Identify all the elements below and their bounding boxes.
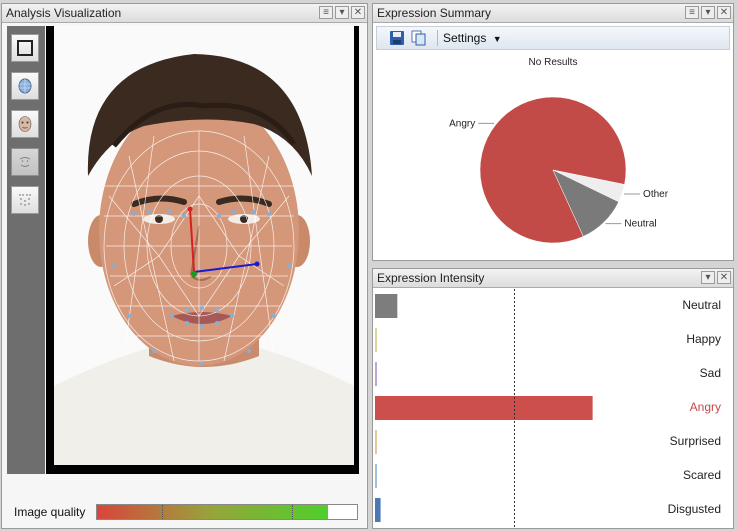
landmarks-icon: [19, 194, 31, 206]
intensity-label-sad: Sad: [699, 366, 721, 380]
frame-toggle-button[interactable]: [11, 34, 39, 62]
panel-title: Analysis Visualization: [6, 6, 122, 20]
intensity-bar-area: [375, 289, 654, 527]
toolbar-separator: [437, 30, 438, 46]
face-outline-icon: [19, 157, 31, 167]
intensity-label-angry: Angry: [689, 400, 721, 414]
expression-pie-chart: Angry Other Neutral: [449, 96, 669, 244]
intensity-bar-disgusted: [375, 498, 381, 522]
panel-titlebar: Expression Summary ≡ ▾ ✕: [373, 4, 733, 23]
settings-label: Settings: [443, 31, 487, 45]
intensity-label-scared: Scared: [682, 468, 721, 482]
visualization-toolstrip: [7, 26, 45, 474]
expression-labels: Neutral Happy Sad Angry Surprised Scared Disgu…: [655, 289, 721, 527]
analysis-image-frame: [46, 26, 359, 474]
image-quality-fill: [97, 505, 329, 519]
close-button[interactable]: ✕: [351, 6, 365, 19]
dropdown-button[interactable]: ▾: [701, 271, 715, 284]
intensity-label-happy: Happy: [686, 332, 721, 346]
intensity-bar-neutral: [375, 294, 398, 318]
image-quality-bar: [96, 504, 358, 520]
face-icon: [18, 116, 32, 132]
save-icon[interactable]: [389, 30, 405, 46]
close-button[interactable]: ✕: [717, 271, 731, 284]
pin-button[interactable]: ≡: [319, 6, 333, 19]
intensity-label-surprised: Surprised: [669, 434, 721, 448]
close-button[interactable]: ✕: [717, 6, 731, 19]
pin-button[interactable]: ≡: [685, 6, 699, 19]
face-texture-toggle-button[interactable]: [11, 110, 39, 138]
intensity-bar-sad: [375, 362, 377, 386]
panel-titlebar: Analysis Visualization ≡ ▾ ✕: [2, 4, 367, 23]
dropdown-button[interactable]: ▾: [701, 6, 715, 19]
settings-dropdown-button[interactable]: Settings ▼: [443, 30, 502, 47]
pie-label-angry: Angry: [449, 118, 475, 129]
face-analysis-illustration: [54, 54, 354, 465]
chart-title: No Results: [528, 57, 578, 68]
quality-tick: [162, 505, 163, 519]
quality-tick: [292, 505, 293, 519]
intensity-label-disgusted: Disgusted: [667, 502, 721, 516]
copy-icon[interactable]: [411, 30, 427, 46]
intensity-bar-angry: [375, 396, 593, 420]
expression-intensity-panel: Expression Intensity ▾ ✕ Neutral Happy Sad…: [372, 268, 734, 529]
intensity-bar-surprised: [375, 430, 377, 454]
intensity-label-neutral: Neutral: [682, 298, 721, 312]
square-icon: [17, 40, 33, 56]
pie-label-other: Other: [643, 189, 669, 200]
intensity-bar-happy: [375, 328, 377, 352]
intensity-bar-chart: [375, 289, 593, 527]
analysis-visualization-panel: Analysis Visualization ≡ ▾ ✕ Image quali…: [1, 3, 368, 529]
panel-title: Expression Intensity: [377, 271, 485, 285]
face-outline-toggle-button[interactable]: [11, 148, 39, 176]
face-mesh-icon: [18, 78, 32, 94]
chevron-down-icon: ▼: [492, 34, 502, 44]
face-mesh-toggle-button[interactable]: [11, 72, 39, 100]
pie-label-neutral: Neutral: [624, 219, 656, 230]
intensity-bar-scared: [375, 464, 377, 488]
summary-toolbar: Settings ▼: [376, 26, 730, 50]
image-quality-label: Image quality: [14, 505, 86, 519]
expression-summary-panel: Expression Summary ≡ ▾ ✕ Settings ▼ No R…: [372, 3, 734, 261]
landmarks-toggle-button[interactable]: [11, 186, 39, 214]
dropdown-button[interactable]: ▾: [335, 6, 349, 19]
face-photo: [54, 26, 354, 465]
panel-title: Expression Summary: [377, 6, 492, 20]
panel-titlebar: Expression Intensity ▾ ✕: [373, 269, 733, 288]
